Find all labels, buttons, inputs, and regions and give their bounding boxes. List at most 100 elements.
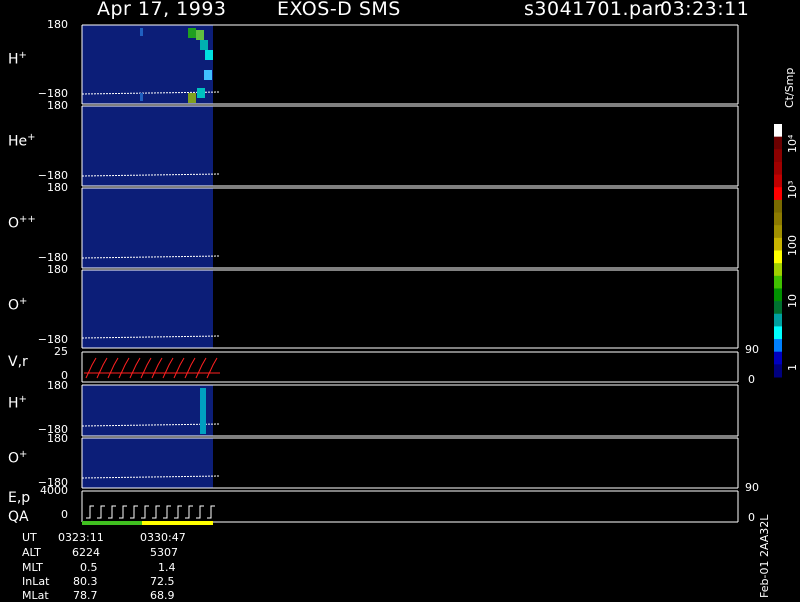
colorbar-segment bbox=[774, 124, 782, 138]
tick-top-8: 4000 bbox=[40, 484, 68, 497]
ephemeris-ut-end: 0330:47 bbox=[140, 531, 186, 544]
tick-bottom-8: 0 bbox=[61, 508, 68, 521]
heatmap-cell bbox=[200, 388, 206, 434]
energy-trace bbox=[207, 505, 215, 519]
right-tick-bottom-velocity: 0 bbox=[748, 373, 755, 386]
colorbar-segment bbox=[774, 187, 782, 201]
velocity-trace bbox=[151, 357, 163, 379]
panel-label-qa: QA bbox=[8, 509, 29, 525]
heatmap-cell bbox=[140, 28, 143, 36]
panel-label-he-plus: He+ bbox=[8, 132, 36, 150]
velocity-trace bbox=[195, 357, 207, 379]
qa-bar-good bbox=[82, 521, 142, 525]
heatmap-cell bbox=[204, 70, 212, 80]
velocity-trace bbox=[96, 357, 108, 379]
panel-label-o-plus-plus: O++ bbox=[8, 214, 36, 232]
colorbar-segment bbox=[774, 161, 782, 176]
tick-top-3: 180 bbox=[47, 181, 68, 194]
colorbar-label-100: 100 bbox=[786, 235, 799, 256]
colorbar-segment bbox=[774, 339, 782, 353]
colorbar-segment bbox=[774, 364, 782, 378]
energy-trace bbox=[185, 505, 193, 519]
tick-top-5: 25 bbox=[54, 345, 68, 358]
ephemeris-mlat-start: 78.7 bbox=[73, 589, 98, 602]
colorbar-segment bbox=[774, 263, 782, 277]
ephemeris-inlat-end: 72.5 bbox=[150, 575, 175, 588]
heatmap-cell bbox=[188, 93, 196, 103]
heatmap-cell bbox=[205, 50, 213, 60]
right-tick-top-energy: 90 bbox=[745, 481, 759, 494]
velocity-trace bbox=[140, 357, 152, 379]
tick-top-6: 180 bbox=[47, 379, 68, 392]
colorbar-segment bbox=[774, 351, 782, 365]
energy-trace bbox=[108, 505, 116, 519]
energy-trace bbox=[97, 505, 105, 519]
ephemeris-alt-start: 6224 bbox=[72, 546, 100, 559]
ephemeris-label-inlat: InLat bbox=[22, 575, 50, 588]
velocity-trace bbox=[206, 357, 218, 379]
panel-label-h-plus: H+ bbox=[8, 50, 27, 68]
colorbar-segment bbox=[774, 225, 782, 239]
ephemeris-label-mlat: MLat bbox=[22, 589, 49, 602]
colorbar-segment bbox=[774, 174, 782, 188]
ephemeris-label-mlt: MLT bbox=[22, 561, 43, 574]
colorbar-segment bbox=[774, 288, 782, 302]
energy-trace bbox=[86, 505, 94, 519]
ephemeris-ut-start: 0323:11 bbox=[58, 531, 104, 544]
velocity-trace bbox=[118, 357, 130, 379]
ephemeris-alt-end: 5307 bbox=[150, 546, 178, 559]
footer-vertical-text: Feb-01 2AA32L bbox=[758, 514, 771, 598]
spectrogram-plot bbox=[81, 24, 782, 525]
heatmap-base bbox=[82, 438, 213, 488]
velocity-trace bbox=[162, 357, 174, 379]
file-name: s3041701.par bbox=[524, 0, 663, 20]
ephemeris-label-ut: UT bbox=[22, 531, 37, 544]
colorbar-unit: Ct/Smp bbox=[783, 67, 796, 108]
ephemeris-label-alt: ALT bbox=[22, 546, 41, 559]
plot-date: Apr 17, 1993 bbox=[97, 0, 227, 20]
panel-label-h-plus-2: H+ bbox=[8, 394, 27, 412]
velocity-trace bbox=[85, 357, 97, 379]
heatmap-cell bbox=[140, 93, 143, 101]
heatmap-base bbox=[82, 385, 213, 436]
right-tick-bottom-energy: 0 bbox=[748, 511, 755, 524]
colorbar-segment bbox=[774, 275, 782, 289]
colorbar-segment bbox=[774, 301, 782, 315]
plot-time: 03:23:11 bbox=[660, 0, 750, 20]
colorbar-segment bbox=[774, 136, 782, 150]
heatmap-cell bbox=[188, 28, 196, 38]
right-tick-top-velocity: 90 bbox=[745, 343, 759, 356]
ephemeris-mlat-end: 68.9 bbox=[150, 589, 175, 602]
heatmap-cell bbox=[197, 88, 205, 98]
panel-label-o-plus-2: O+ bbox=[8, 449, 28, 467]
energy-trace bbox=[141, 505, 149, 519]
colorbar-segment bbox=[774, 199, 782, 214]
tick-top-7: 180 bbox=[47, 432, 68, 445]
energy-trace bbox=[119, 505, 127, 519]
velocity-trace bbox=[129, 357, 141, 379]
velocity-trace bbox=[107, 357, 119, 379]
colorbar-segment bbox=[774, 212, 782, 226]
qa-bar-warn bbox=[142, 521, 213, 525]
velocity-trace bbox=[184, 357, 196, 379]
ephemeris-mlt-end: 1.4 bbox=[158, 561, 176, 574]
velocity-trace bbox=[173, 357, 185, 379]
colorbar-segment bbox=[774, 313, 782, 327]
heatmap-cell bbox=[196, 30, 204, 40]
colorbar-label-1: 1 bbox=[786, 364, 799, 371]
ephemeris-mlt-start: 0.5 bbox=[80, 561, 98, 574]
colorbar-segment bbox=[774, 149, 782, 163]
colorbar-label-1000: 10³ bbox=[786, 180, 799, 199]
colorbar-segment bbox=[774, 326, 782, 340]
energy-trace bbox=[174, 505, 182, 519]
energy-trace bbox=[152, 505, 160, 519]
ephemeris-inlat-start: 80.3 bbox=[73, 575, 98, 588]
energy-trace bbox=[163, 505, 171, 519]
panel-label-o-plus: O+ bbox=[8, 296, 28, 314]
instrument-title: EXOS-D SMS bbox=[277, 0, 401, 20]
colorbar-label-10: 10 bbox=[786, 294, 799, 308]
energy-trace bbox=[130, 505, 138, 519]
colorbar-label-10000: 10⁴ bbox=[786, 134, 799, 153]
energy-trace bbox=[196, 505, 204, 519]
tick-top-4: 180 bbox=[47, 263, 68, 276]
